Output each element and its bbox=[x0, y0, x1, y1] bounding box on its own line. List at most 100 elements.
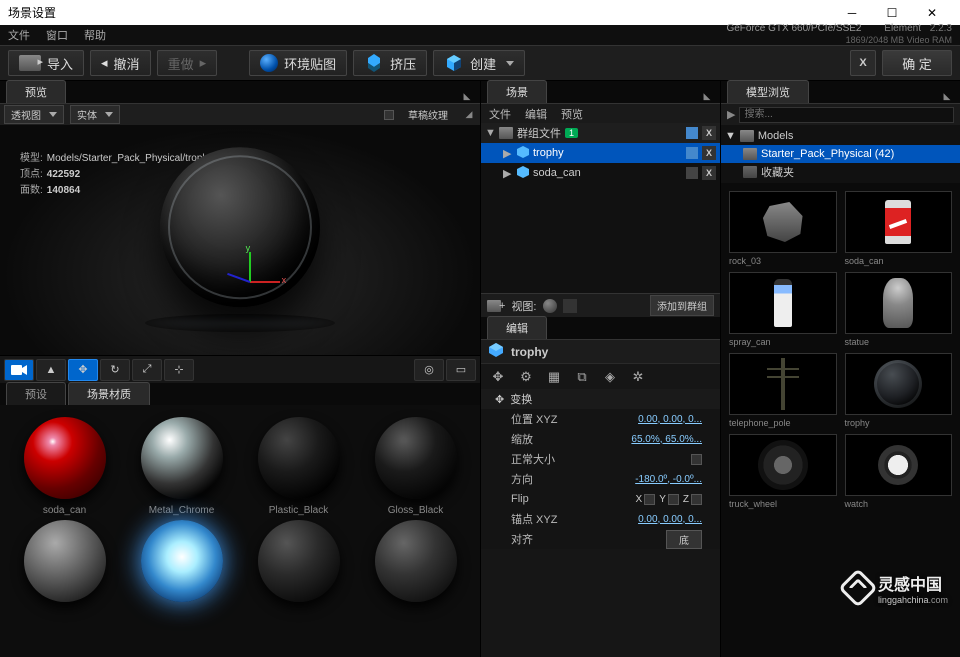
texture-icon[interactable]: ▦ bbox=[543, 367, 565, 387]
extrude-button[interactable]: 挤压 bbox=[353, 50, 427, 76]
tab-model-browser[interactable]: 模型浏览 bbox=[727, 80, 809, 103]
scene-sub-preview[interactable]: 预览 bbox=[561, 106, 583, 122]
thumb-item[interactable]: trophy bbox=[845, 353, 953, 428]
target-icon[interactable]: ◈ bbox=[599, 367, 621, 387]
display-tool[interactable]: ▭ bbox=[446, 359, 476, 381]
material-item[interactable]: soda_can bbox=[8, 417, 121, 516]
collapse-icon[interactable]: ◣ bbox=[940, 89, 954, 103]
anchor-tool[interactable]: ⊹ bbox=[164, 359, 194, 381]
environment-button[interactable]: 环境贴图 bbox=[249, 50, 347, 76]
axis-gizmo[interactable]: xy bbox=[250, 281, 251, 282]
create-button[interactable]: 创建 bbox=[433, 50, 525, 76]
camera-tool[interactable] bbox=[4, 359, 34, 381]
move-tool[interactable]: ✥ bbox=[68, 359, 98, 381]
twisty-icon[interactable]: ▶ bbox=[727, 108, 735, 121]
material-item[interactable] bbox=[242, 520, 355, 602]
align-bottom-button[interactable]: 底 bbox=[666, 530, 702, 549]
collapse-icon[interactable]: ◣ bbox=[700, 89, 714, 103]
tree-group[interactable]: ▼ 群组文件 1 X bbox=[481, 123, 720, 143]
thumb-item[interactable]: statue bbox=[845, 272, 953, 347]
prop-anchor: 锚点 XYZ0.00, 0.00, 0... bbox=[481, 509, 720, 529]
tab-edit[interactable]: 编辑 bbox=[487, 316, 547, 339]
material-item[interactable]: Plastic_Black bbox=[242, 417, 355, 516]
delete-button[interactable]: X bbox=[702, 126, 716, 140]
twisty-icon[interactable]: ▼ bbox=[485, 127, 495, 139]
chevron-down-icon bbox=[49, 112, 57, 117]
delete-button[interactable]: X bbox=[702, 166, 716, 180]
scene-sub-edit[interactable]: 编辑 bbox=[525, 106, 547, 122]
menu-window[interactable]: 窗口 bbox=[46, 27, 68, 43]
menu-file[interactable]: 文件 bbox=[8, 27, 30, 43]
settings-icon[interactable]: ✲ bbox=[627, 367, 649, 387]
ok-label: 确 定 bbox=[902, 54, 932, 73]
cancel-button[interactable]: X bbox=[850, 50, 876, 76]
viewport-3d[interactable]: 模型:Models/Starter_Pack_Physical/trophy.o… bbox=[0, 125, 480, 355]
flip-x[interactable] bbox=[644, 494, 655, 505]
position-value[interactable]: 0.00, 0.00, 0... bbox=[638, 414, 702, 425]
anchor-value[interactable]: 0.00, 0.00, 0... bbox=[638, 514, 702, 525]
thumb-item[interactable]: soda_can bbox=[845, 191, 953, 266]
section-header[interactable]: ✥变换 bbox=[481, 389, 720, 409]
visibility-toggle[interactable] bbox=[686, 167, 698, 179]
thumb-item[interactable]: watch bbox=[845, 434, 953, 509]
minimize-button[interactable]: ─ bbox=[832, 0, 872, 25]
scene-sub-file[interactable]: 文件 bbox=[489, 106, 511, 122]
orient-value[interactable]: -180.0º, -0.0º... bbox=[635, 474, 702, 485]
twisty-icon[interactable]: ▶ bbox=[503, 167, 513, 180]
maximize-button[interactable]: ☐ bbox=[872, 0, 912, 25]
visibility-toggle[interactable] bbox=[686, 127, 698, 139]
ok-button[interactable]: 确 定 bbox=[882, 50, 952, 76]
thumb-item[interactable]: truck_wheel bbox=[729, 434, 837, 509]
tab-scene-materials[interactable]: 场景材质 bbox=[68, 382, 150, 405]
main-toolbar: 导入 ◂ 撤消 重做 ▸ 环境贴图 挤压 创建 X 确 定 bbox=[0, 45, 960, 81]
material-item[interactable] bbox=[359, 520, 472, 602]
material-item[interactable]: Gloss_Black bbox=[359, 417, 472, 516]
close-button[interactable]: ✕ bbox=[912, 0, 952, 25]
sphere-view-icon[interactable] bbox=[543, 299, 557, 313]
tab-preview[interactable]: 预览 bbox=[6, 80, 66, 103]
tree-favorites[interactable]: 收藏夹 bbox=[721, 163, 960, 181]
search-input[interactable] bbox=[739, 107, 954, 123]
delete-button[interactable]: X bbox=[702, 146, 716, 160]
collapse-icon[interactable]: ◣ bbox=[460, 89, 474, 103]
redo-button[interactable]: 重做 ▸ bbox=[157, 50, 218, 76]
tree-item-trophy[interactable]: ▶ trophy X bbox=[481, 143, 720, 163]
material-item[interactable]: Metal_Chrome bbox=[125, 417, 238, 516]
tree-item-sodacan[interactable]: ▶ soda_can X bbox=[481, 163, 720, 183]
viewport-tools: ▲ ✥ ↻ ⤢ ⊹ ◎ ▭ bbox=[0, 355, 480, 383]
twisty-icon[interactable]: ▼ bbox=[725, 130, 736, 142]
undo-button[interactable]: ◂ 撤消 bbox=[90, 50, 151, 76]
material-item[interactable] bbox=[8, 520, 121, 602]
thumb-item[interactable]: spray_can bbox=[729, 272, 837, 347]
tab-presets[interactable]: 预设 bbox=[6, 382, 66, 405]
tree-root[interactable]: ▼Models bbox=[721, 127, 960, 145]
twisty-icon[interactable]: ▶ bbox=[503, 147, 513, 160]
tab-scene[interactable]: 场景 bbox=[487, 80, 547, 103]
scale-tool[interactable]: ⤢ bbox=[132, 359, 162, 381]
material-item[interactable] bbox=[125, 520, 238, 602]
move-icon[interactable]: ✥ bbox=[487, 367, 509, 387]
flip-z[interactable] bbox=[691, 494, 702, 505]
tree-folder-selected[interactable]: Starter_Pack_Physical (42) bbox=[721, 145, 960, 163]
thumb-item[interactable]: rock_03 bbox=[729, 191, 837, 266]
import-button[interactable]: 导入 bbox=[8, 50, 84, 76]
add-folder-icon[interactable]: + bbox=[487, 300, 505, 312]
shade-mode-select[interactable]: 实体 bbox=[70, 105, 120, 124]
rotate-tool[interactable]: ↻ bbox=[100, 359, 130, 381]
draft-checkbox[interactable] bbox=[384, 110, 394, 120]
view-mode-select[interactable]: 透视图 bbox=[4, 105, 64, 124]
prop-scale: 缩放65.0%, 65.0%... bbox=[481, 429, 720, 449]
gear-icon[interactable]: ⚙ bbox=[515, 367, 537, 387]
expand-icon[interactable]: ◢ bbox=[462, 108, 476, 122]
checkbox[interactable] bbox=[691, 454, 702, 465]
focus-tool[interactable]: ◎ bbox=[414, 359, 444, 381]
grid-view-icon[interactable] bbox=[563, 299, 577, 313]
add-to-group-button[interactable]: 添加到群组 bbox=[650, 295, 714, 316]
visibility-toggle[interactable] bbox=[686, 147, 698, 159]
thumb-item[interactable]: telephone_pole bbox=[729, 353, 837, 428]
select-tool[interactable]: ▲ bbox=[36, 359, 66, 381]
copy-icon[interactable]: ⧉ bbox=[571, 367, 593, 387]
menu-help[interactable]: 帮助 bbox=[84, 27, 106, 43]
scale-value[interactable]: 65.0%, 65.0%... bbox=[631, 434, 702, 445]
flip-y[interactable] bbox=[668, 494, 679, 505]
